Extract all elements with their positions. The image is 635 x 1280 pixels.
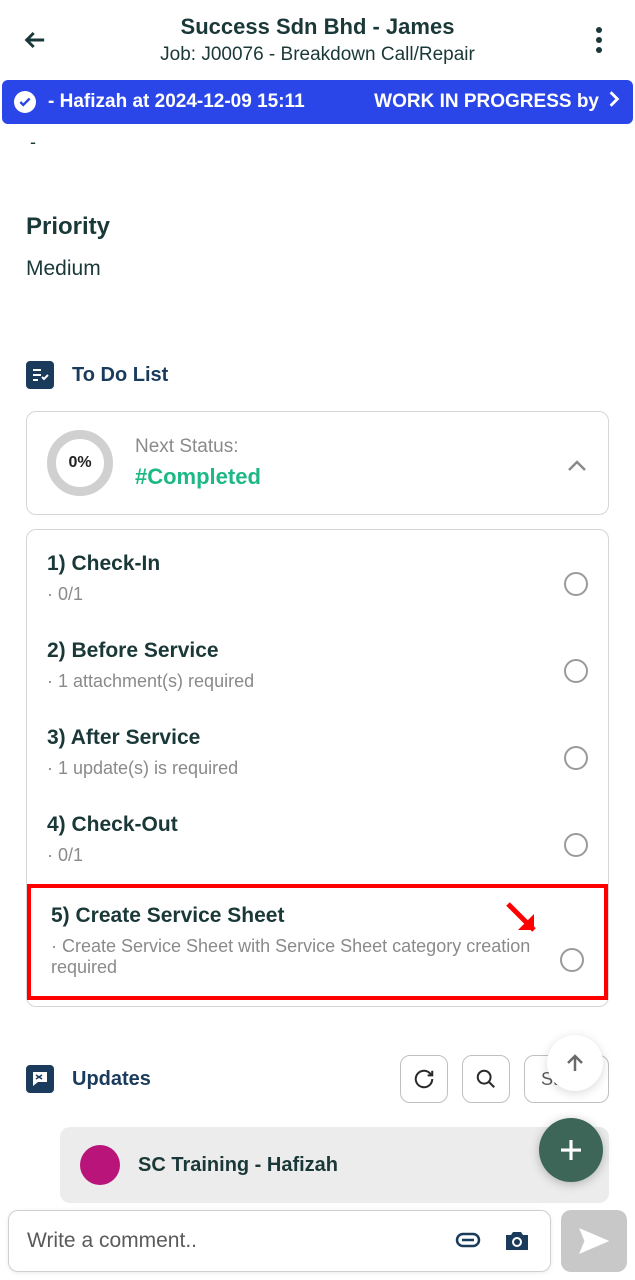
update-item[interactable]: SC Training - Hafizah bbox=[60, 1127, 609, 1203]
progress-ring: 0% bbox=[47, 430, 113, 496]
todo-item-title: 2) Before Service bbox=[47, 639, 588, 663]
todo-item-sub: · 1 update(s) is required bbox=[47, 758, 588, 779]
todo-item-checkin[interactable]: 1) Check-In · 0/1 bbox=[27, 536, 608, 623]
radio-unchecked-icon[interactable] bbox=[564, 572, 588, 596]
todo-item-sub: · 0/1 bbox=[47, 584, 588, 605]
priority-label: Priority bbox=[26, 213, 609, 241]
todo-section-title: To Do List bbox=[72, 364, 168, 387]
kebab-menu-button[interactable] bbox=[581, 22, 617, 58]
annotation-arrow-icon bbox=[502, 898, 544, 940]
refresh-button[interactable] bbox=[400, 1055, 448, 1103]
comment-input[interactable]: Write a comment.. bbox=[8, 1210, 551, 1272]
check-circle-icon bbox=[14, 91, 36, 113]
send-button[interactable] bbox=[561, 1210, 627, 1272]
page-subtitle: Job: J00076 - Breakdown Call/Repair bbox=[54, 44, 581, 66]
status-banner[interactable]: - Hafizah at 2024-12-09 15:11 WORK IN PR… bbox=[2, 80, 633, 124]
todo-item-title: 1) Check-In bbox=[47, 552, 588, 576]
camera-icon[interactable] bbox=[502, 1228, 532, 1254]
todo-item-sub: · 1 attachment(s) required bbox=[47, 671, 588, 692]
todo-item-title: 4) Check-Out bbox=[47, 813, 588, 837]
updates-title: Updates bbox=[72, 1068, 151, 1091]
todo-item-title: 5) Create Service Sheet bbox=[51, 904, 534, 928]
todo-section-header: To Do List bbox=[26, 361, 609, 389]
todo-item-after-service[interactable]: 3) After Service · 1 update(s) is requir… bbox=[27, 710, 608, 797]
header-center: Success Sdn Bhd - James Job: J00076 - Br… bbox=[54, 14, 581, 66]
avatar bbox=[80, 1145, 120, 1185]
plus-icon bbox=[556, 1135, 586, 1165]
chevron-right-icon bbox=[607, 90, 621, 114]
attachment-icon[interactable] bbox=[454, 1228, 482, 1252]
todo-item-sub: · Create Service Sheet with Service Shee… bbox=[51, 936, 534, 978]
scroll-top-button[interactable] bbox=[547, 1035, 603, 1091]
priority-value: Medium bbox=[26, 257, 609, 281]
todo-list-card: 1) Check-In · 0/1 2) Before Service · 1 … bbox=[26, 529, 609, 1007]
next-status-label: Next Status: bbox=[135, 436, 544, 458]
chevron-up-icon[interactable] bbox=[566, 454, 588, 473]
update-author: SC Training - Hafizah bbox=[138, 1154, 338, 1177]
search-icon bbox=[475, 1068, 497, 1090]
add-button[interactable] bbox=[539, 1118, 603, 1182]
next-status-card[interactable]: 0% Next Status: #Completed bbox=[26, 411, 609, 515]
updates-label-group: Updates bbox=[26, 1065, 386, 1093]
next-status-value: #Completed bbox=[135, 464, 544, 490]
status-left-text: - Hafizah at 2024-12-09 15:11 bbox=[48, 91, 354, 113]
checklist-icon bbox=[26, 361, 54, 389]
todo-item-create-service-sheet[interactable]: 5) Create Service Sheet · Create Service… bbox=[27, 884, 608, 1000]
next-status-text: Next Status: #Completed bbox=[135, 436, 544, 490]
send-icon bbox=[578, 1226, 610, 1256]
kebab-icon bbox=[596, 27, 602, 53]
status-right-text: WORK IN PROGRESS by bbox=[374, 91, 599, 113]
radio-unchecked-icon[interactable] bbox=[564, 746, 588, 770]
dash-text: - bbox=[30, 132, 609, 153]
radio-unchecked-icon[interactable] bbox=[564, 659, 588, 683]
back-button[interactable] bbox=[18, 22, 54, 58]
header: Success Sdn Bhd - James Job: J00076 - Br… bbox=[0, 0, 635, 74]
search-button[interactable] bbox=[462, 1055, 510, 1103]
radio-unchecked-icon[interactable] bbox=[564, 833, 588, 857]
radio-unchecked-icon[interactable] bbox=[560, 948, 584, 972]
comment-placeholder: Write a comment.. bbox=[27, 1229, 454, 1253]
arrow-left-icon bbox=[22, 26, 50, 54]
page-title: Success Sdn Bhd - James bbox=[54, 14, 581, 40]
updates-icon bbox=[26, 1065, 54, 1093]
todo-item-checkout[interactable]: 4) Check-Out · 0/1 bbox=[27, 797, 608, 884]
refresh-icon bbox=[413, 1068, 435, 1090]
todo-item-before-service[interactable]: 2) Before Service · 1 attachment(s) requ… bbox=[27, 623, 608, 710]
todo-item-title: 3) After Service bbox=[47, 726, 588, 750]
arrow-up-icon bbox=[563, 1051, 587, 1075]
updates-section-header: Updates Status bbox=[26, 1055, 609, 1103]
todo-item-sub: · 0/1 bbox=[47, 845, 588, 866]
comment-bar: Write a comment.. bbox=[8, 1210, 627, 1272]
